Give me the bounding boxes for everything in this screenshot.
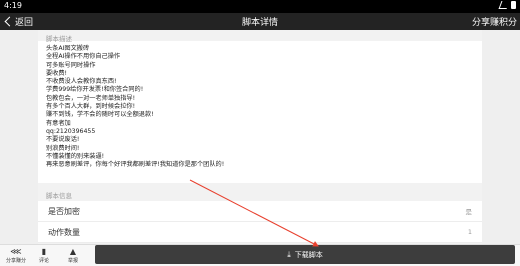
battery-icon bbox=[511, 1, 516, 9]
description-section-label: 脚本描述 bbox=[46, 35, 72, 43]
share-icon: ⋘ bbox=[10, 247, 22, 256]
status-icons bbox=[498, 1, 516, 9]
share-points-label: 分享赚分 bbox=[5, 258, 26, 264]
warning-icon: ▲ bbox=[69, 247, 77, 256]
signal-icon bbox=[498, 1, 510, 9]
description-line: 可多账号同时操作 bbox=[46, 61, 96, 69]
info-row-value: 1 bbox=[467, 228, 472, 236]
status-time: 4:19 bbox=[4, 1, 22, 10]
description-line: 要收费! bbox=[46, 69, 68, 77]
description-box: 头条AI图文搬砖 全程AI操作不用你自己操作 可多账号同时操作 要收费! 不收费… bbox=[38, 41, 482, 183]
download-icon: ⤓ bbox=[287, 249, 291, 259]
download-label: 下载脚本 bbox=[294, 250, 323, 259]
description-line: 有意者加 bbox=[46, 119, 71, 127]
description-line: 学费999给你开发票!和你签合同的! bbox=[46, 86, 144, 94]
comment-label: 评论 bbox=[38, 258, 49, 264]
description-line: 不懂装懂的别来装逼! bbox=[46, 152, 105, 160]
page-title: 脚本详情 bbox=[241, 18, 278, 28]
report-label: 举报 bbox=[67, 258, 78, 264]
download-button[interactable]: ⤓ 下载脚本 bbox=[95, 245, 515, 264]
description-line: 全程AI操作不用你自己操作 bbox=[46, 53, 121, 61]
info-section-label: 脚本信息 bbox=[46, 191, 72, 200]
description-line: 包教包会，一对一老师单独指导! bbox=[46, 94, 136, 102]
report-button[interactable]: ▲ 举报 bbox=[58, 247, 88, 264]
status-bar: 4:19 bbox=[0, 0, 520, 13]
info-row-label: 动作数量 bbox=[48, 227, 80, 237]
description-line: 别浪费时间! bbox=[46, 144, 80, 152]
back-button[interactable]: 返回 bbox=[3, 15, 33, 28]
description-line: 赚不到钱，学不会的随时可以全额退款! bbox=[46, 111, 154, 119]
chevron-left-icon bbox=[4, 16, 15, 27]
header-bar: 返回 脚本详情 分享赚积分 bbox=[0, 13, 520, 30]
info-row-value: 是 bbox=[465, 208, 473, 216]
description-line: 不要说废话! bbox=[46, 136, 80, 144]
description-line: qq:2120396455 bbox=[46, 127, 96, 135]
description-line: 再来恶意刷差评，你每个好评我都刷差评!我知道你是那个团队的! bbox=[46, 161, 225, 169]
info-row-encrypted: 是否加密 是 bbox=[38, 201, 482, 222]
share-button[interactable]: 分享赚积分 bbox=[472, 15, 517, 28]
info-row-label: 是否加密 bbox=[48, 206, 80, 216]
share-points-button[interactable]: ⋘ 分享赚分 bbox=[1, 247, 31, 264]
content-panel: 脚本描述 头条AI图文搬砖 全程AI操作不用你自己操作 可多账号同时操作 要收费… bbox=[38, 30, 482, 246]
back-label: 返回 bbox=[15, 18, 34, 28]
comment-button[interactable]: ▮ 评论 bbox=[29, 247, 59, 264]
info-row-action-count: 动作数量 1 bbox=[38, 222, 482, 243]
comment-icon: ▮ bbox=[41, 247, 47, 256]
